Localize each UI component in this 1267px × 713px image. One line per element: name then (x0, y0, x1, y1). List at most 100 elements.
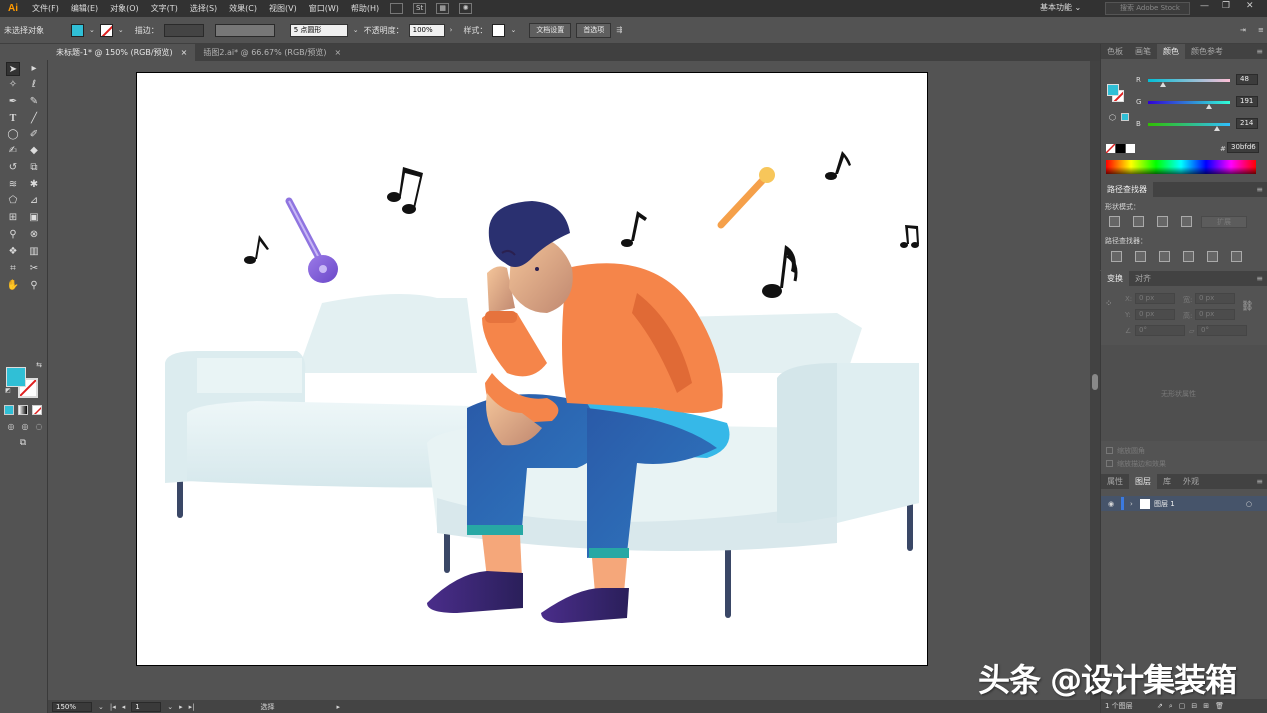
out-of-gamut-icon[interactable]: ⬡ (1109, 113, 1116, 122)
y-field[interactable]: 0 px (1135, 309, 1175, 320)
color-fill-box[interactable] (1107, 84, 1119, 96)
variable-width-profile[interactable] (214, 23, 275, 37)
fill-color-box[interactable] (6, 367, 26, 387)
shear-field[interactable]: 0° (1197, 325, 1247, 336)
panel-menu-icon[interactable]: ≡ (1256, 477, 1267, 486)
color-spectrum[interactable] (1106, 160, 1256, 174)
blend-tool-icon[interactable]: ⊗ (27, 228, 41, 242)
tab-pathfinder[interactable]: 路径查找器 (1101, 182, 1153, 197)
draw-inside-icon[interactable]: ◌ (32, 420, 46, 434)
pen-tool-icon[interactable]: ✒ (6, 95, 20, 109)
swap-fill-stroke-icon[interactable]: ⇆ (32, 358, 46, 372)
draw-normal-icon[interactable]: ◎ (4, 420, 18, 434)
menu-window[interactable]: 窗口(W) (303, 3, 345, 14)
paintbrush-icon[interactable]: ✐ (27, 128, 41, 142)
reference-point-icon[interactable]: ⁘ (1105, 299, 1113, 309)
chevron-right-icon[interactable]: › (450, 26, 453, 34)
gpu-performance-icon[interactable]: ✺ (459, 3, 473, 14)
magic-wand-icon[interactable]: ✧ (6, 78, 20, 92)
r-slider[interactable] (1148, 79, 1230, 87)
screen-mode-icon[interactable]: ⧉ (16, 436, 30, 450)
menu-file[interactable]: 文件(F) (26, 3, 65, 14)
tab-document-2[interactable]: 插图2.ai* @ 66.67% (RGB/预览) × (195, 44, 349, 61)
unite-icon[interactable] (1109, 216, 1120, 227)
menu-effect[interactable]: 效果(C) (223, 3, 263, 14)
expand-button[interactable]: 扩展 (1201, 216, 1247, 228)
divide-icon[interactable] (1111, 251, 1122, 262)
chevron-down-icon[interactable]: ⌄ (167, 703, 173, 711)
tab-swatches[interactable]: 色板 (1101, 44, 1129, 59)
align-icon[interactable]: ⇥ (1240, 26, 1246, 34)
ellipse-tool-icon[interactable]: ◯ (6, 128, 20, 142)
width-field[interactable]: 0 px (1195, 293, 1235, 304)
mesh-tool-icon[interactable]: ⊞ (6, 211, 20, 225)
graph-tool-icon[interactable]: ▥ (27, 245, 41, 259)
preferences-button[interactable]: 首选项 (576, 22, 612, 38)
canvas-area[interactable] (48, 61, 1090, 700)
menu-help[interactable]: 帮助(H) (345, 3, 385, 14)
panel-menu-icon[interactable]: ≡ (1256, 185, 1267, 194)
fill-swatch[interactable] (71, 23, 84, 37)
outline-icon[interactable] (1207, 251, 1218, 262)
scrollbar-thumb[interactable] (1092, 374, 1098, 390)
black-swatch[interactable] (1116, 144, 1125, 153)
stock-search-input[interactable]: 搜索 Adobe Stock (1105, 2, 1190, 15)
vertical-scrollbar[interactable] (1090, 61, 1100, 700)
b-slider[interactable] (1148, 123, 1230, 131)
b-slider-thumb[interactable] (1213, 126, 1220, 131)
stroke-weight-field[interactable] (163, 23, 204, 37)
delete-icon[interactable]: 🗑 (1215, 702, 1224, 710)
clipping-mask-icon[interactable]: ▢ (1179, 702, 1186, 710)
tab-color-guide[interactable]: 颜色参考 (1185, 44, 1229, 59)
warp-tool-icon[interactable]: ≋ (6, 178, 20, 192)
zoom-tool-icon[interactable]: ⚲ (27, 279, 41, 293)
panel-menu-icon[interactable]: ≡ (1256, 47, 1267, 56)
minus-back-icon[interactable] (1231, 251, 1242, 262)
artboard[interactable] (136, 72, 928, 666)
export-icon[interactable]: ⇗ (1157, 702, 1163, 710)
b-value[interactable]: 214 (1236, 118, 1258, 129)
line-tool-icon[interactable]: ╱ (27, 112, 41, 126)
chevron-down-icon[interactable]: ⌄ (353, 26, 359, 34)
menu-select[interactable]: 选择(S) (184, 3, 223, 14)
exclude-icon[interactable] (1181, 216, 1192, 227)
crop-icon[interactable] (1183, 251, 1194, 262)
chevron-down-icon[interactable]: ⌄ (118, 26, 124, 34)
scale-corners-checkbox[interactable] (1106, 447, 1113, 454)
tab-properties[interactable]: 属性 (1101, 474, 1129, 489)
target-icon[interactable]: ○ (1246, 500, 1252, 508)
gradient-tool-icon[interactable]: ▣ (27, 211, 41, 225)
opacity-field[interactable]: 100% (408, 23, 445, 37)
color-mode-icon[interactable] (4, 405, 14, 415)
shaper-tool-icon[interactable]: ✍ (6, 144, 20, 158)
menu-edit[interactable]: 编辑(E) (65, 3, 104, 14)
puppet-warp-icon[interactable]: ✱ (27, 178, 41, 192)
tab-align[interactable]: 对齐 (1129, 271, 1157, 286)
arrange-documents-icon[interactable]: ▦ (436, 3, 450, 14)
minus-front-icon[interactable] (1133, 216, 1144, 227)
minimize-icon[interactable]: — (1200, 1, 1209, 11)
tab-color[interactable]: 颜色 (1157, 44, 1185, 59)
draw-behind-icon[interactable]: ◎ (18, 420, 32, 434)
locate-object-icon[interactable]: ⌕ (1169, 702, 1173, 711)
perspective-grid-icon[interactable]: ⊿ (27, 194, 41, 208)
next-artboard-icon[interactable]: ▸ (179, 703, 183, 711)
layer-row[interactable]: ◉ › 图层 1 ○ (1101, 496, 1267, 511)
chevron-down-icon[interactable]: ⌄ (510, 26, 516, 34)
tab-brushes[interactable]: 画笔 (1129, 44, 1157, 59)
merge-icon[interactable] (1159, 251, 1170, 262)
graphic-style-swatch[interactable] (492, 23, 506, 37)
scale-strokes-checkbox[interactable] (1106, 460, 1113, 467)
constrain-proportions-icon[interactable]: ⛓ (1241, 301, 1254, 312)
chevron-down-icon[interactable]: ⌄ (89, 26, 95, 34)
intersect-icon[interactable] (1157, 216, 1168, 227)
layer-name[interactable]: 图层 1 (1154, 499, 1175, 509)
gradient-mode-icon[interactable] (18, 405, 28, 415)
close-icon[interactable]: ✕ (1246, 1, 1254, 11)
first-artboard-icon[interactable]: |◂ (110, 703, 116, 711)
eyedropper-icon[interactable]: ⚲ (6, 228, 20, 242)
lasso-icon[interactable]: ℓ (27, 78, 41, 92)
hex-field[interactable]: 30bfd6 (1227, 142, 1259, 153)
r-slider-thumb[interactable] (1160, 82, 1167, 87)
tab-layers[interactable]: 图层 (1129, 474, 1157, 489)
